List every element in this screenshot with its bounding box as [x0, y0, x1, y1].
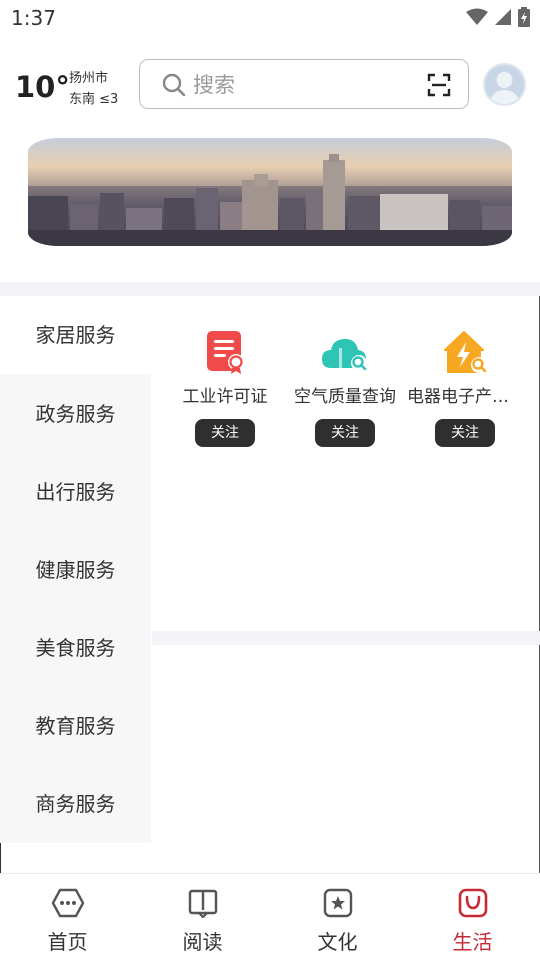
service-card-industrial-license[interactable]: 工业许可证 关注 [165, 330, 285, 447]
status-time: 1:37 [11, 6, 56, 30]
sidebar-item-business-services[interactable]: 商务服务 [0, 765, 151, 843]
signal-icon [495, 9, 511, 25]
category-sidebar: 家居服务 政务服务 出行服务 健康服务 美食服务 教育服务 商务服务 [0, 296, 151, 843]
content-divider [152, 631, 540, 645]
home-chat-icon [51, 888, 84, 918]
nav-reading[interactable]: 阅读 [135, 874, 270, 960]
nav-culture[interactable]: 文化 [270, 874, 405, 960]
status-bar: 1:37 [0, 0, 540, 38]
weather-wind: 东南 ≤3 [69, 92, 119, 107]
wifi-icon [466, 8, 488, 25]
license-certificate-icon [207, 331, 244, 374]
nav-label: 阅读 [182, 930, 223, 954]
battery-icon [518, 7, 530, 27]
nav-home[interactable]: 首页 [0, 874, 135, 960]
follow-button[interactable]: 关注 [435, 419, 495, 447]
bottom-navigation: 首页 阅读 文化 生活 [0, 873, 540, 960]
city-banner-image[interactable] [28, 138, 512, 246]
service-name: 电器电子产品... [407, 387, 525, 407]
nav-label: 生活 [452, 930, 493, 954]
service-name: 空气质量查询 [294, 387, 396, 407]
user-avatar-icon [490, 72, 519, 104]
shopping-bag-icon [458, 888, 487, 918]
service-name: 工业许可证 [182, 387, 268, 407]
sidebar-item-travel-services[interactable]: 出行服务 [0, 453, 151, 531]
weather-city: 扬州市 [69, 71, 109, 86]
section-divider [0, 282, 540, 296]
search-icon [162, 73, 186, 97]
left-edge-line [0, 843, 1, 873]
sidebar-item-education-services[interactable]: 教育服务 [0, 687, 151, 765]
nav-life[interactable]: 生活 [405, 874, 540, 960]
star-icon [323, 888, 352, 918]
search-input[interactable] [193, 70, 413, 100]
avatar[interactable] [483, 63, 526, 106]
service-card-electronics[interactable]: 电器电子产品... 关注 [405, 330, 525, 447]
cloud-search-icon [322, 339, 367, 371]
follow-button[interactable]: 关注 [315, 419, 375, 447]
book-icon [188, 889, 217, 918]
city-skyline-icon [28, 154, 512, 246]
nav-label: 文化 [317, 930, 358, 954]
weather-temperature: 10° [15, 70, 70, 104]
house-lightning-icon [444, 331, 487, 373]
sidebar-item-food-services[interactable]: 美食服务 [0, 609, 151, 687]
service-card-air-quality[interactable]: 空气质量查询 关注 [285, 330, 405, 447]
search-box[interactable] [139, 59, 469, 109]
sidebar-item-home-services[interactable]: 家居服务 [0, 296, 151, 374]
scan-icon[interactable] [427, 73, 451, 97]
sidebar-item-health-services[interactable]: 健康服务 [0, 531, 151, 609]
follow-button[interactable]: 关注 [195, 419, 255, 447]
sidebar-item-government-services[interactable]: 政务服务 [0, 375, 151, 453]
status-icons [466, 7, 530, 27]
nav-label: 首页 [47, 930, 88, 954]
